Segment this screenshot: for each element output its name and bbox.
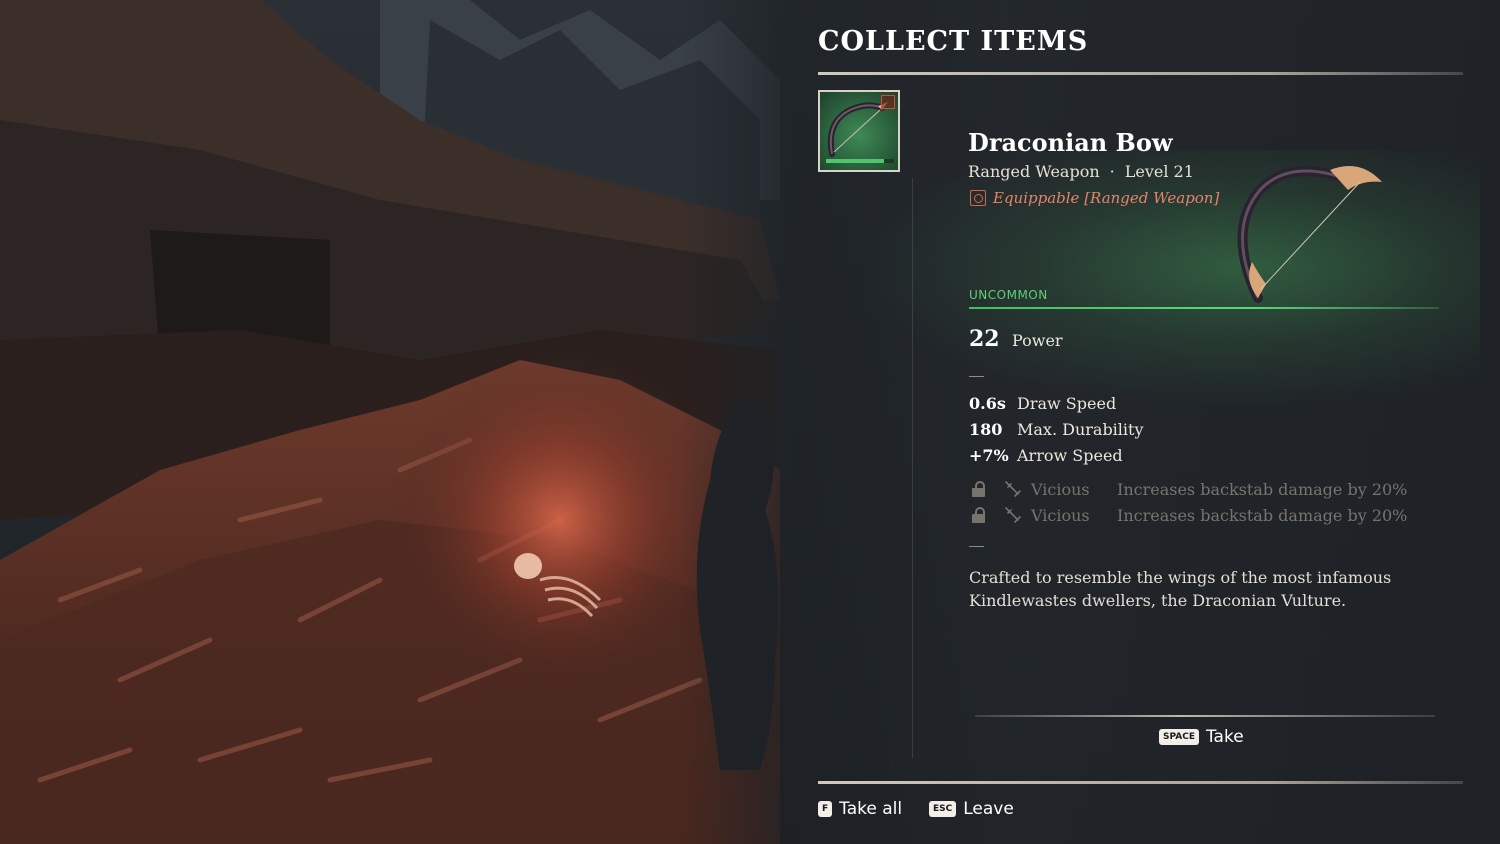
rarity-divider [969,307,1439,309]
take-all-label: Take all [839,799,903,819]
header-divider [818,72,1463,75]
power-value: 22 [969,326,1000,352]
equippable-tag: Equippable [Ranged Weapon] [970,189,1219,207]
perk-list: Vicious Increases backstab damage by 20%… [972,476,1407,528]
take-label: Take [1205,727,1244,747]
screen-title: COLLECT ITEMS [818,26,1089,57]
power-label: Power [1012,331,1063,350]
stat-name: Arrow Speed [1017,446,1123,465]
stat-row: +7% Arrow Speed [969,446,1144,472]
rarity-label: UNCOMMON [969,288,1048,302]
section-dash [969,546,984,547]
leave-button[interactable]: ESC Leave [929,799,1014,819]
perk-name: Vicious [1031,505,1090,525]
leave-label: Leave [963,799,1014,819]
backstab-icon [1005,481,1021,497]
lock-icon [972,506,986,524]
draconian-bow-icon [1237,166,1382,303]
item-type: Ranged Weapon [968,162,1100,181]
stat-row: 180 Max. Durability [969,420,1144,446]
game-world-background [0,0,1500,844]
lock-icon [972,480,986,498]
item-name: Draconian Bow [968,128,1173,157]
take-divider [975,715,1435,717]
stat-list: 0.6s Draw Speed 180 Max. Durability +7% … [969,394,1144,472]
f-key-icon: F [818,801,833,817]
locked-perk-row: Vicious Increases backstab damage by 20% [972,502,1407,528]
take-button[interactable]: SPACE Take [1159,727,1244,747]
perk-effect: Increases backstab damage by 20% [1117,479,1408,499]
stat-name: Max. Durability [1017,420,1144,439]
equippable-label: Equippable [Ranged Weapon] [993,189,1220,207]
backstab-icon [1005,507,1021,523]
equip-slot-icon [881,95,895,109]
separator-dot: · [1109,162,1115,181]
item-description: Crafted to resemble the wings of the mos… [969,568,1392,610]
panel-vertical-divider [912,178,913,758]
stat-name: Draw Speed [1017,394,1117,413]
durability-bar-fill [826,159,884,163]
stat-row: 0.6s Draw Speed [969,394,1144,420]
stat-value: +7% [969,446,1009,465]
equip-slot-icon [970,190,986,206]
esc-key-icon: ESC [929,801,957,817]
power-stat: 22 Power [969,326,1063,352]
item-slot-draconian-bow[interactable] [818,90,900,172]
perk-name: Vicious [1031,479,1090,499]
stat-value: 0.6s [969,394,1006,413]
locked-perk-row: Vicious Increases backstab damage by 20% [972,476,1407,502]
perk-effect: Increases backstab damage by 20% [1117,505,1408,525]
take-all-button[interactable]: F Take all [818,799,902,819]
durability-bar [826,159,894,163]
footer-divider [818,781,1463,784]
space-key-icon: SPACE [1159,729,1199,745]
item-subtitle: Ranged Weapon · Level 21 [968,162,1194,181]
stat-value: 180 [969,420,1003,439]
item-level: Level 21 [1124,162,1194,181]
section-dash [969,376,984,377]
